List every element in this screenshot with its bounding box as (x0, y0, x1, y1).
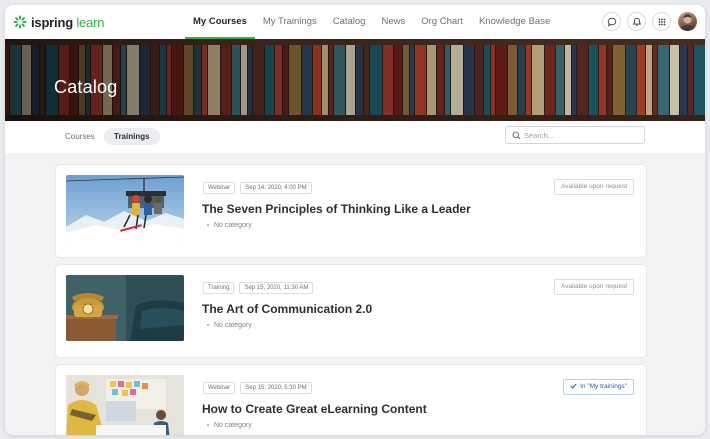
notifications-button[interactable] (627, 12, 646, 31)
chat-icon (607, 17, 616, 27)
training-thumbnail-telephone (66, 275, 184, 341)
logo-bold-text: ispring (31, 14, 73, 30)
training-date-badge: Sep 15, 2020, 5:30 PM (240, 382, 312, 394)
training-type-badge: Webinar (203, 182, 236, 194)
training-category: No category (207, 322, 252, 329)
avatar-portrait (680, 14, 695, 31)
enrolled-badge[interactable]: In "My trainings" (563, 379, 634, 395)
training-category: No category (207, 222, 252, 229)
training-thumbnail-office (66, 375, 184, 435)
search-input[interactable] (524, 128, 639, 142)
user-avatar[interactable] (678, 12, 697, 31)
tab-courses[interactable]: Courses (55, 128, 105, 145)
nav-org-chart[interactable]: Org Chart (413, 5, 471, 39)
nav-knowledge-base[interactable]: Knowledge Base (471, 5, 558, 39)
training-tags: Training Sep 15, 2020, 11:30 AM (203, 282, 314, 294)
training-date-badge: Sep 15, 2020, 11:30 AM (239, 282, 314, 294)
training-title[interactable]: The Seven Principles of Thinking Like a … (202, 202, 471, 216)
availability-badge[interactable]: Available upon request (553, 279, 634, 295)
logo-asterisk-icon (13, 15, 27, 29)
bell-icon (632, 17, 641, 26)
training-title[interactable]: How to Create Great eLearning Content (202, 402, 427, 416)
app-window: ispring learn My Courses My Trainings Ca… (5, 5, 705, 435)
catalog-banner: Catalog (5, 39, 705, 121)
page-title: Catalog (54, 77, 118, 97)
filter-bar: Courses Trainings (5, 121, 705, 153)
logo-wordmark: ispring learn (31, 15, 104, 30)
training-date-badge: Sep 14, 2020, 4:00 PM (240, 182, 312, 194)
nav-news[interactable]: News (373, 5, 413, 39)
training-card[interactable]: Webinar Sep 14, 2020, 4:00 PM The Seven … (56, 165, 646, 257)
training-category: No category (207, 422, 252, 429)
enrolled-badge-label: In "My trainings" (580, 383, 627, 390)
training-tags: Webinar Sep 14, 2020, 4:00 PM (203, 182, 312, 194)
availability-badge[interactable]: Available upon request (553, 179, 634, 195)
main-nav: My Courses My Trainings Catalog News Org… (185, 5, 558, 39)
training-list: Webinar Sep 14, 2020, 4:00 PM The Seven … (5, 153, 705, 435)
ispring-logo[interactable]: ispring learn (13, 14, 104, 30)
chat-button[interactable] (602, 12, 621, 31)
training-thumbnail-ski-lift (66, 175, 184, 241)
logo-light-text: learn (76, 14, 105, 30)
search-icon (512, 131, 521, 140)
nav-catalog[interactable]: Catalog (325, 5, 374, 39)
training-tags: Webinar Sep 15, 2020, 5:30 PM (203, 382, 312, 394)
apps-button[interactable] (652, 12, 671, 31)
training-type-badge: Training (203, 282, 235, 294)
training-type-badge: Webinar (203, 382, 236, 394)
tab-trainings[interactable]: Trainings (104, 128, 160, 145)
nav-my-trainings[interactable]: My Trainings (255, 5, 325, 39)
checkmark-icon (570, 383, 577, 389)
training-card[interactable]: Webinar Sep 15, 2020, 5:30 PM How to Cre… (56, 365, 646, 435)
nav-my-courses[interactable]: My Courses (185, 5, 255, 39)
training-card[interactable]: Training Sep 15, 2020, 11:30 AM The Art … (56, 265, 646, 357)
training-title[interactable]: The Art of Communication 2.0 (202, 302, 372, 316)
top-header: ispring learn My Courses My Trainings Ca… (5, 5, 705, 39)
search-box (505, 126, 645, 144)
apps-grid-icon (658, 18, 665, 25)
